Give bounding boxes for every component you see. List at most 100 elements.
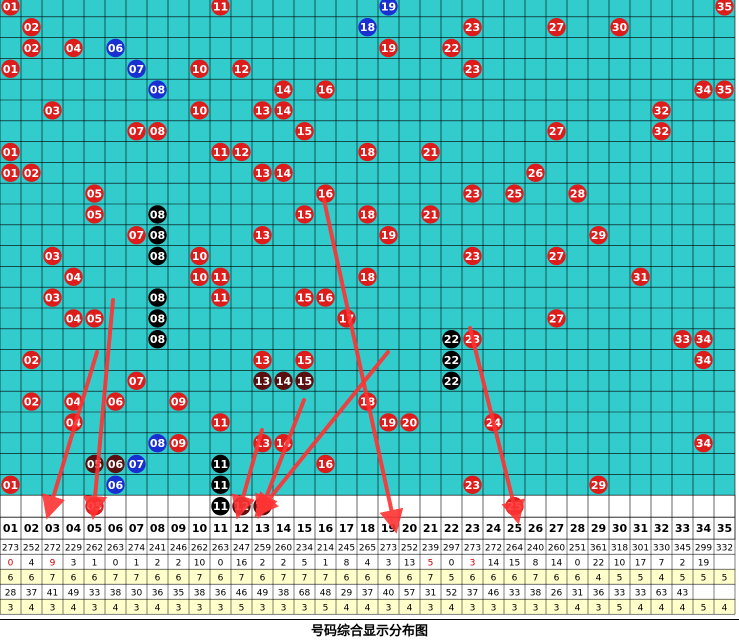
stats-value: 6 [176,574,182,584]
stats-value: 4 [680,604,686,614]
column-header-26: 26 [528,522,544,535]
column-header-35: 35 [717,522,732,535]
grid-background [0,0,735,496]
hit-16-label: 16 [318,188,334,201]
stats-value: 5 [428,559,434,569]
hit-08-label: 08 [150,312,165,325]
hit-02-label: 02 [24,396,39,409]
stats-value: 31 [572,589,583,599]
stats-value: 6 [71,574,77,584]
column-header-09: 09 [171,522,186,535]
stats-value: 41 [47,589,58,599]
stats-value: 297 [443,544,460,554]
column-header-16: 16 [318,522,334,535]
column-header-27: 27 [549,522,564,535]
stats-value: 8 [344,559,350,569]
hit-34-label: 34 [696,437,712,450]
stats-value: 38 [194,589,206,599]
stats-value: 7 [428,574,434,584]
stats-value: 3 [260,604,266,614]
stats-value: 241 [149,544,166,554]
stats-value: 1 [92,559,98,569]
stats-value: 260 [548,544,565,554]
stats-value: 3 [50,604,56,614]
hit-05-label: 05 [87,208,102,221]
stats-value: 6 [491,574,497,584]
hit-11-label: 11 [213,292,228,305]
column-header-31: 31 [633,522,648,535]
hit-14-label: 14 [276,104,292,117]
column-header-20: 20 [402,522,418,535]
stats-value: 3 [197,604,203,614]
stats-value: 6 [365,574,371,584]
stats-value: 4 [659,574,665,584]
column-header-28: 28 [570,522,585,535]
column-header-24: 24 [486,522,502,535]
stats-value: 214 [317,544,334,554]
hit-29-label: 29 [591,479,606,492]
stats-value: 273 [380,544,397,554]
hit-08-label: 08 [150,333,165,346]
hit-28-label: 28 [570,188,585,201]
stats-value: 3 [596,604,602,614]
hit-02-label: 02 [24,354,39,367]
hit-22-label: 22 [444,42,459,55]
stats-value: 3 [176,604,182,614]
hit-18-label: 18 [360,21,375,34]
column-header-34: 34 [696,522,712,535]
column-header-17: 17 [339,522,354,535]
hit-22-label: 22 [444,333,459,346]
stats-value: 7 [323,574,329,584]
hit-13-label: 13 [255,375,270,388]
hit-16-label: 16 [318,84,334,97]
stats-value: 4 [659,604,665,614]
column-header-02: 02 [24,522,39,535]
hit-04-label: 04 [66,271,82,284]
hit-32-label: 32 [654,125,669,138]
stats-value: 22 [593,559,604,569]
column-header-11: 11 [213,522,228,535]
hit-26-label: 26 [528,167,544,180]
stats-value: 3 [428,604,434,614]
hit-19-label: 19 [381,0,396,13]
column-header-05: 05 [87,522,102,535]
stats-value: 0 [575,559,581,569]
hit-18-label: 18 [360,146,375,159]
hit-21-label: 21 [423,146,438,159]
hit-16-label: 16 [318,292,334,305]
hit-21-label: 21 [423,208,438,221]
stats-value: 6 [218,574,224,584]
hit-15-label: 15 [297,125,312,138]
hit-13-label: 13 [255,104,270,117]
hit-18-label: 18 [360,271,375,284]
stats-value: 4 [596,574,602,584]
stats-value: 7 [302,574,308,584]
stats-value: 2 [176,559,182,569]
stats-value: 263 [212,544,229,554]
stats-value: 265 [359,544,376,554]
stats-value: 0 [8,559,14,569]
stats-value: 3 [134,604,140,614]
hit-23-label: 23 [465,21,480,34]
stats-value: 35 [173,589,184,599]
hit-33-label: 33 [675,333,690,346]
hit-06-label: 06 [108,458,124,471]
hit-07-label: 07 [129,63,144,76]
stats-value: 246 [170,544,187,554]
stats-value: 5 [722,574,728,584]
hit-01-label: 01 [3,0,18,13]
hit-13-label: 13 [255,167,270,180]
hit-32-label: 32 [654,104,669,117]
stats-value: 239 [422,544,439,554]
stats-value: 6 [8,574,14,584]
stats-value: 272 [485,544,502,554]
stats-value: 4 [449,604,455,614]
stats-value: 68 [299,589,311,599]
stats-value: 7 [113,574,119,584]
stats-value: 26 [551,589,563,599]
stats-value: 4 [113,604,119,614]
stats-value: 5 [680,574,686,584]
stats-value: 318 [611,544,628,554]
hit-15-label: 15 [297,292,312,305]
stats-value: 2 [680,559,686,569]
